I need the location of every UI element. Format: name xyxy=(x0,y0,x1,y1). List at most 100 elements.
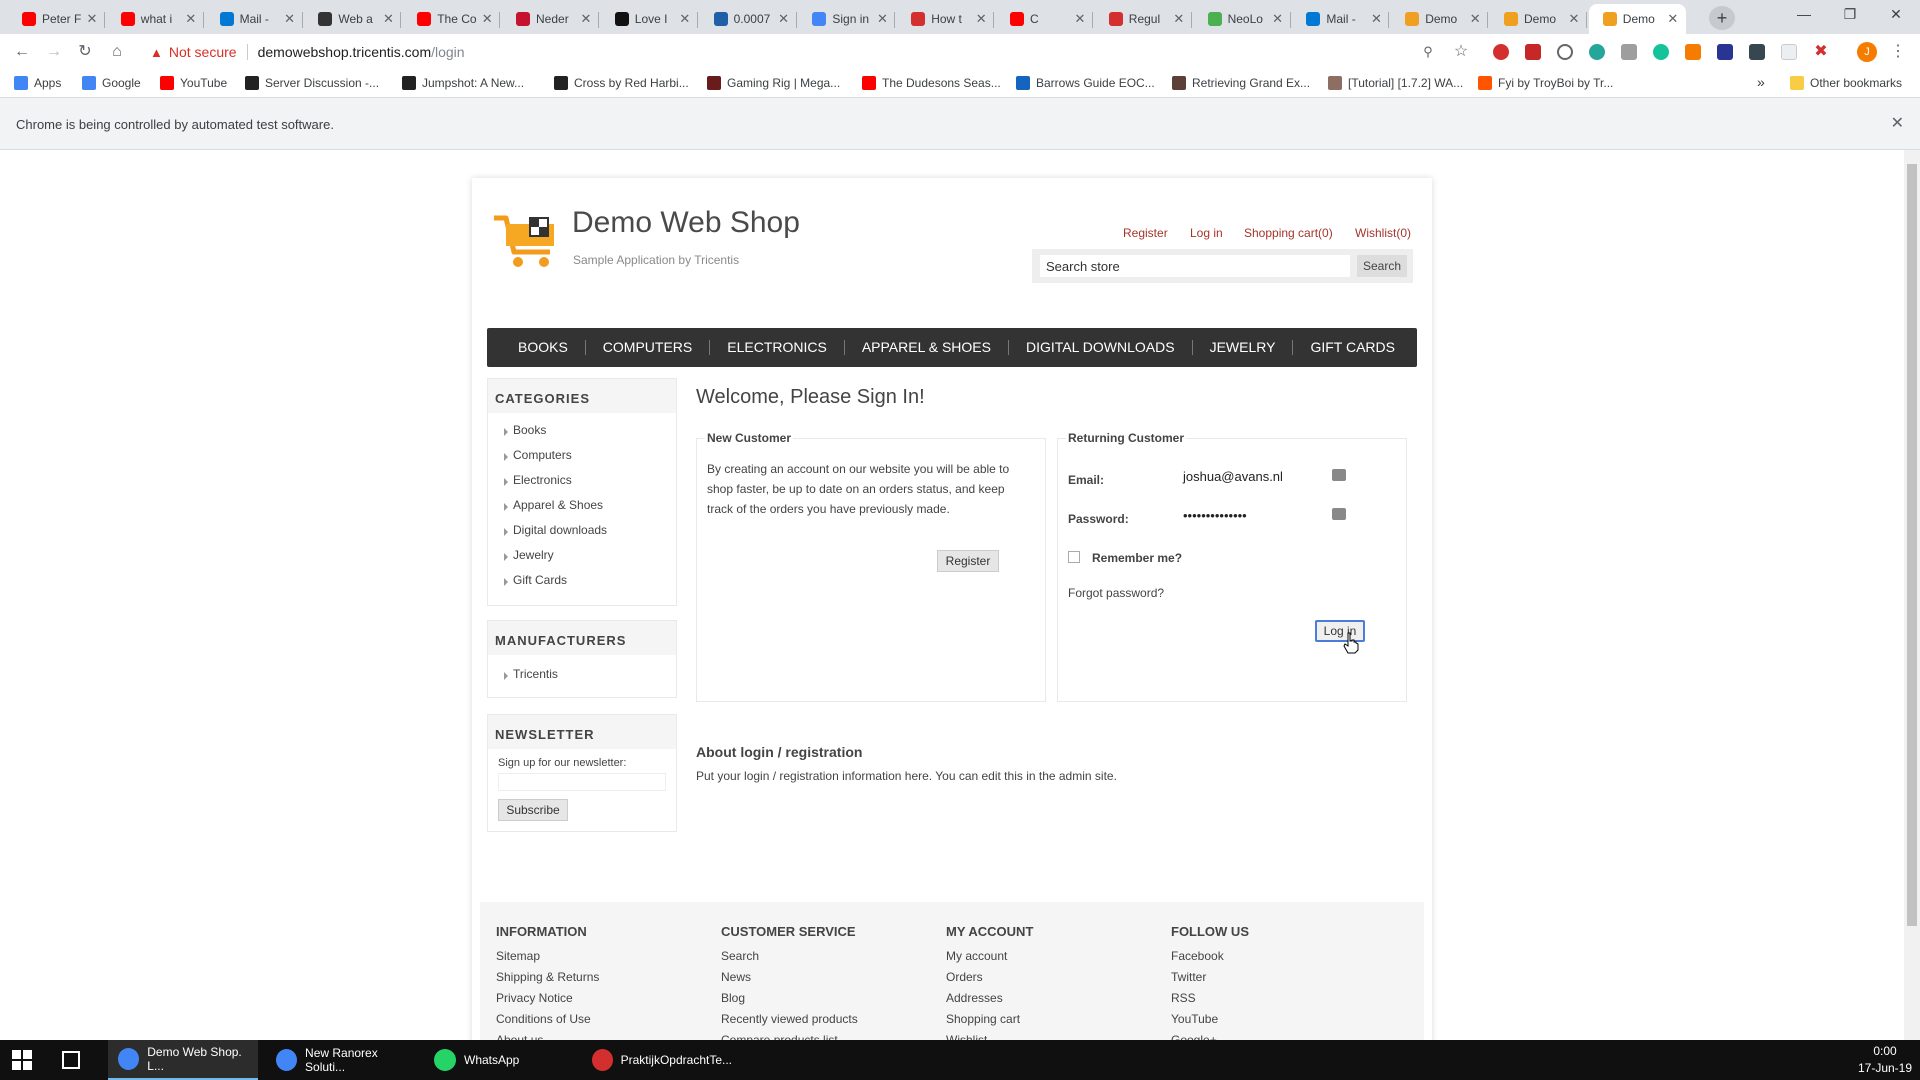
close-icon[interactable]: ✕ xyxy=(184,11,198,27)
bookmark-item[interactable]: Gaming Rig | Mega... xyxy=(707,76,840,90)
address-bar[interactable]: ▲ Not secure demowebshop.tricentis.com/l… xyxy=(142,38,1468,66)
task-view-icon[interactable] xyxy=(62,1051,80,1069)
scrollbar-thumb[interactable] xyxy=(1907,164,1917,926)
password-manager-icon[interactable] xyxy=(1332,508,1346,520)
close-icon[interactable]: ✕ xyxy=(777,11,791,27)
browser-tab[interactable]: C ✕ xyxy=(996,4,1093,34)
menu-item[interactable]: GIFT CARDS xyxy=(1293,328,1412,367)
menu-dots-icon[interactable]: ⋮ xyxy=(1886,40,1910,64)
bookmark-item[interactable]: The Dudesons Seas... xyxy=(862,76,1001,90)
browser-tab[interactable]: Mail - ✕ xyxy=(206,4,303,34)
browser-tab[interactable]: Demo ✕ xyxy=(1490,4,1587,34)
close-window-button[interactable]: ✕ xyxy=(1873,0,1919,30)
browser-tab[interactable]: The Co ✕ xyxy=(403,4,501,34)
profile-avatar[interactable]: J xyxy=(1857,42,1877,62)
search-input[interactable]: Search store xyxy=(1040,255,1350,277)
close-icon[interactable]: ✕ xyxy=(678,11,692,27)
bookmark-item[interactable]: YouTube xyxy=(160,76,227,90)
category-link[interactable]: Books xyxy=(488,419,676,444)
minimize-button[interactable]: — xyxy=(1781,0,1827,30)
menu-item[interactable]: COMPUTERS xyxy=(586,328,709,367)
remember-me-label[interactable]: Remember me? xyxy=(1092,551,1182,565)
shopping-cart-link[interactable]: Shopping cart(0) xyxy=(1244,226,1333,240)
eyedropper-extension-icon[interactable] xyxy=(1621,44,1637,60)
menu-item[interactable]: APPAREL & SHOES xyxy=(845,328,1008,367)
menu-item[interactable]: DIGITAL DOWNLOADS xyxy=(1009,328,1192,367)
close-icon[interactable]: ✕ xyxy=(1666,11,1680,27)
footer-link[interactable]: News xyxy=(721,970,858,991)
reload-icon[interactable]: ↻ xyxy=(73,40,97,64)
close-icon[interactable]: ✕ xyxy=(480,11,494,27)
password-manager-icon[interactable] xyxy=(1332,469,1346,481)
extension-icon[interactable] xyxy=(1749,44,1765,60)
category-link[interactable]: Apparel & Shoes xyxy=(488,494,676,519)
footer-link[interactable]: Compare products list xyxy=(721,1033,858,1040)
close-icon[interactable]: ✕ xyxy=(974,11,988,27)
cart-logo-icon[interactable] xyxy=(492,212,562,268)
browser-tab[interactable]: 0.0007 ✕ xyxy=(700,4,797,34)
bookmark-item[interactable]: Server Discussion -... xyxy=(245,76,379,90)
footer-link[interactable]: Conditions of Use xyxy=(496,1012,599,1033)
browser-tab[interactable]: Neder ✕ xyxy=(502,4,599,34)
menu-item[interactable]: BOOKS xyxy=(487,328,585,367)
footer-link[interactable]: Facebook xyxy=(1171,949,1249,970)
other-bookmarks[interactable]: Other bookmarks xyxy=(1790,76,1902,90)
email-field[interactable]: joshua@avans.nl xyxy=(1178,466,1328,488)
taskbar-app[interactable]: PraktijkOpdrachtTe... xyxy=(582,1040,732,1080)
remember-me-checkbox[interactable] xyxy=(1068,551,1080,563)
home-icon[interactable]: ⌂ xyxy=(105,40,129,64)
bookmark-item[interactable]: Barrows Guide EOC... xyxy=(1016,76,1155,90)
bookmark-item[interactable]: Jumpshot: A New... xyxy=(402,76,524,90)
footer-link[interactable]: Twitter xyxy=(1171,970,1249,991)
adblock-extension-icon[interactable] xyxy=(1525,44,1541,60)
close-icon[interactable]: ✕ xyxy=(381,11,395,27)
wishlist-link[interactable]: Wishlist(0) xyxy=(1355,226,1411,240)
category-link[interactable]: Electronics xyxy=(488,469,676,494)
login-link[interactable]: Log in xyxy=(1190,226,1223,240)
browser-tab[interactable]: Peter F ✕ xyxy=(8,4,105,34)
back-icon[interactable]: ← xyxy=(10,40,34,64)
key-icon[interactable]: ⚲ xyxy=(1416,40,1440,64)
taskbar-app[interactable]: WhatsApp xyxy=(424,1040,574,1080)
footer-link[interactable]: Recently viewed products xyxy=(721,1012,858,1033)
restore-button[interactable]: ❐ xyxy=(1827,0,1873,30)
footer-link[interactable]: Addresses xyxy=(946,991,1033,1012)
category-link[interactable]: Jewelry xyxy=(488,544,676,569)
browser-tab[interactable]: Web a ✕ xyxy=(304,4,402,34)
subscribe-button[interactable]: Subscribe xyxy=(498,799,568,821)
close-icon[interactable]: ✕ xyxy=(1891,113,1904,133)
privacy-extension-icon[interactable] xyxy=(1557,44,1573,60)
category-link[interactable]: Gift Cards xyxy=(488,569,676,594)
taskbar-app[interactable]: Demo Web Shop. L... xyxy=(108,1040,258,1080)
windows-start-icon[interactable] xyxy=(12,1050,32,1070)
bookmark-item[interactable]: [Tutorial] [1.7.2] WA... xyxy=(1328,76,1463,90)
extension-icon[interactable] xyxy=(1717,44,1733,60)
bookmarks-overflow-icon[interactable]: » xyxy=(1757,74,1765,90)
fox-extension-icon[interactable] xyxy=(1685,44,1701,60)
close-icon[interactable]: ✕ xyxy=(85,11,99,27)
taskbar-app[interactable]: New Ranorex Soluti... xyxy=(266,1040,416,1080)
footer-link[interactable]: YouTube xyxy=(1171,1012,1249,1033)
footer-link[interactable]: About us xyxy=(496,1033,599,1040)
close-icon[interactable]: ✕ xyxy=(579,11,593,27)
close-icon[interactable]: ✕ xyxy=(1172,11,1186,27)
browser-tab[interactable]: Demo ✕ xyxy=(1588,4,1686,34)
footer-link[interactable]: Shipping & Returns xyxy=(496,970,599,991)
footer-link[interactable]: Privacy Notice xyxy=(496,991,599,1012)
browser-tab[interactable]: NeoLo ✕ xyxy=(1194,4,1291,34)
register-button[interactable]: Register xyxy=(937,550,999,572)
browser-tab[interactable]: Mail - ✕ xyxy=(1292,4,1390,34)
footer-link[interactable]: Search xyxy=(721,949,858,970)
footer-link[interactable]: My account xyxy=(946,949,1033,970)
category-link[interactable]: Computers xyxy=(488,444,676,469)
bookmark-item[interactable]: Google xyxy=(82,76,141,90)
footer-link[interactable]: Blog xyxy=(721,991,858,1012)
browser-tab[interactable]: Regul ✕ xyxy=(1095,4,1192,34)
close-icon[interactable]: ✕ xyxy=(875,11,889,27)
site-title[interactable]: Demo Web Shop xyxy=(572,206,800,240)
m-extension-icon[interactable] xyxy=(1589,44,1605,60)
register-link[interactable]: Register xyxy=(1123,226,1168,240)
browser-tab[interactable]: Sign in ✕ xyxy=(798,4,896,34)
password-field[interactable]: •••••••••••••• xyxy=(1178,505,1328,527)
grammarly-extension-icon[interactable] xyxy=(1653,44,1669,60)
